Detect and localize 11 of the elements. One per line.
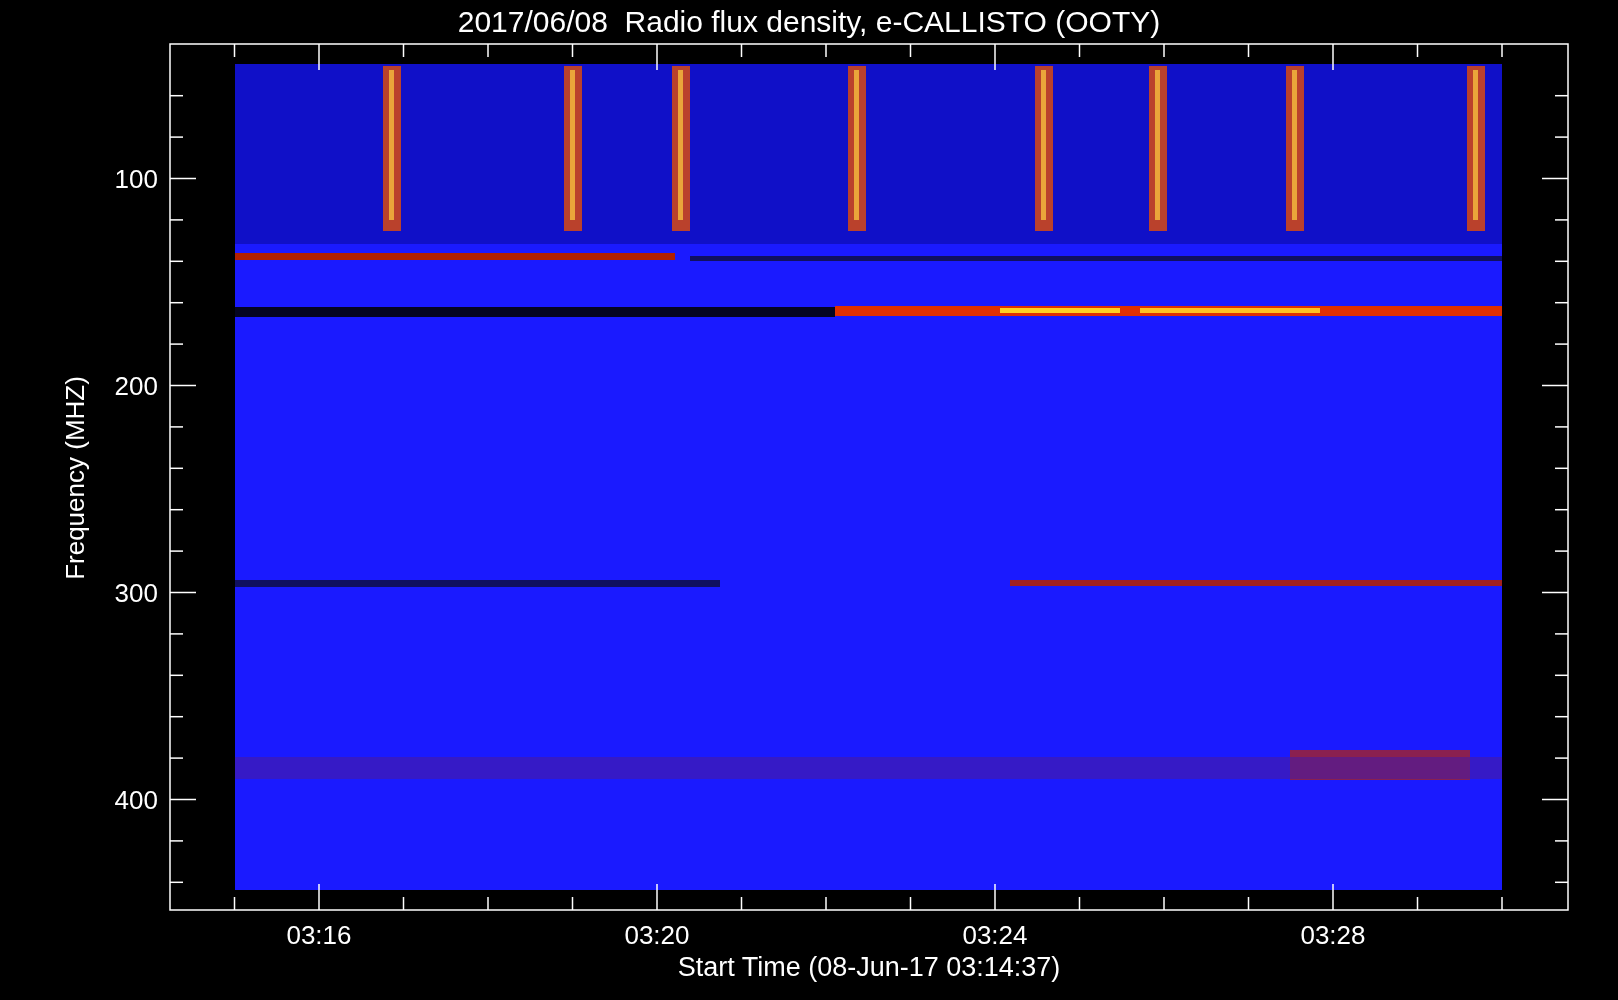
x-tick-label: 03:28 xyxy=(1300,920,1366,950)
y-tick-label: 100 xyxy=(114,163,158,194)
x-axis-label: Start Time (08-Jun-17 03:14:37) xyxy=(677,952,1061,982)
x-tick-label: 03:16 xyxy=(286,920,352,950)
x-tick-label: 03:20 xyxy=(624,920,690,950)
y-tick-label: 400 xyxy=(114,784,158,815)
y-axis-label: Frequency (MHZ) xyxy=(60,376,90,580)
x-tick-label: 03:24 xyxy=(962,920,1028,950)
y-tick-label: 300 xyxy=(114,577,158,608)
chart-title: 2017/06/08 Radio flux density, e-CALLISTO (OOTY) xyxy=(457,5,1161,38)
y-tick-label: 200 xyxy=(114,370,158,401)
